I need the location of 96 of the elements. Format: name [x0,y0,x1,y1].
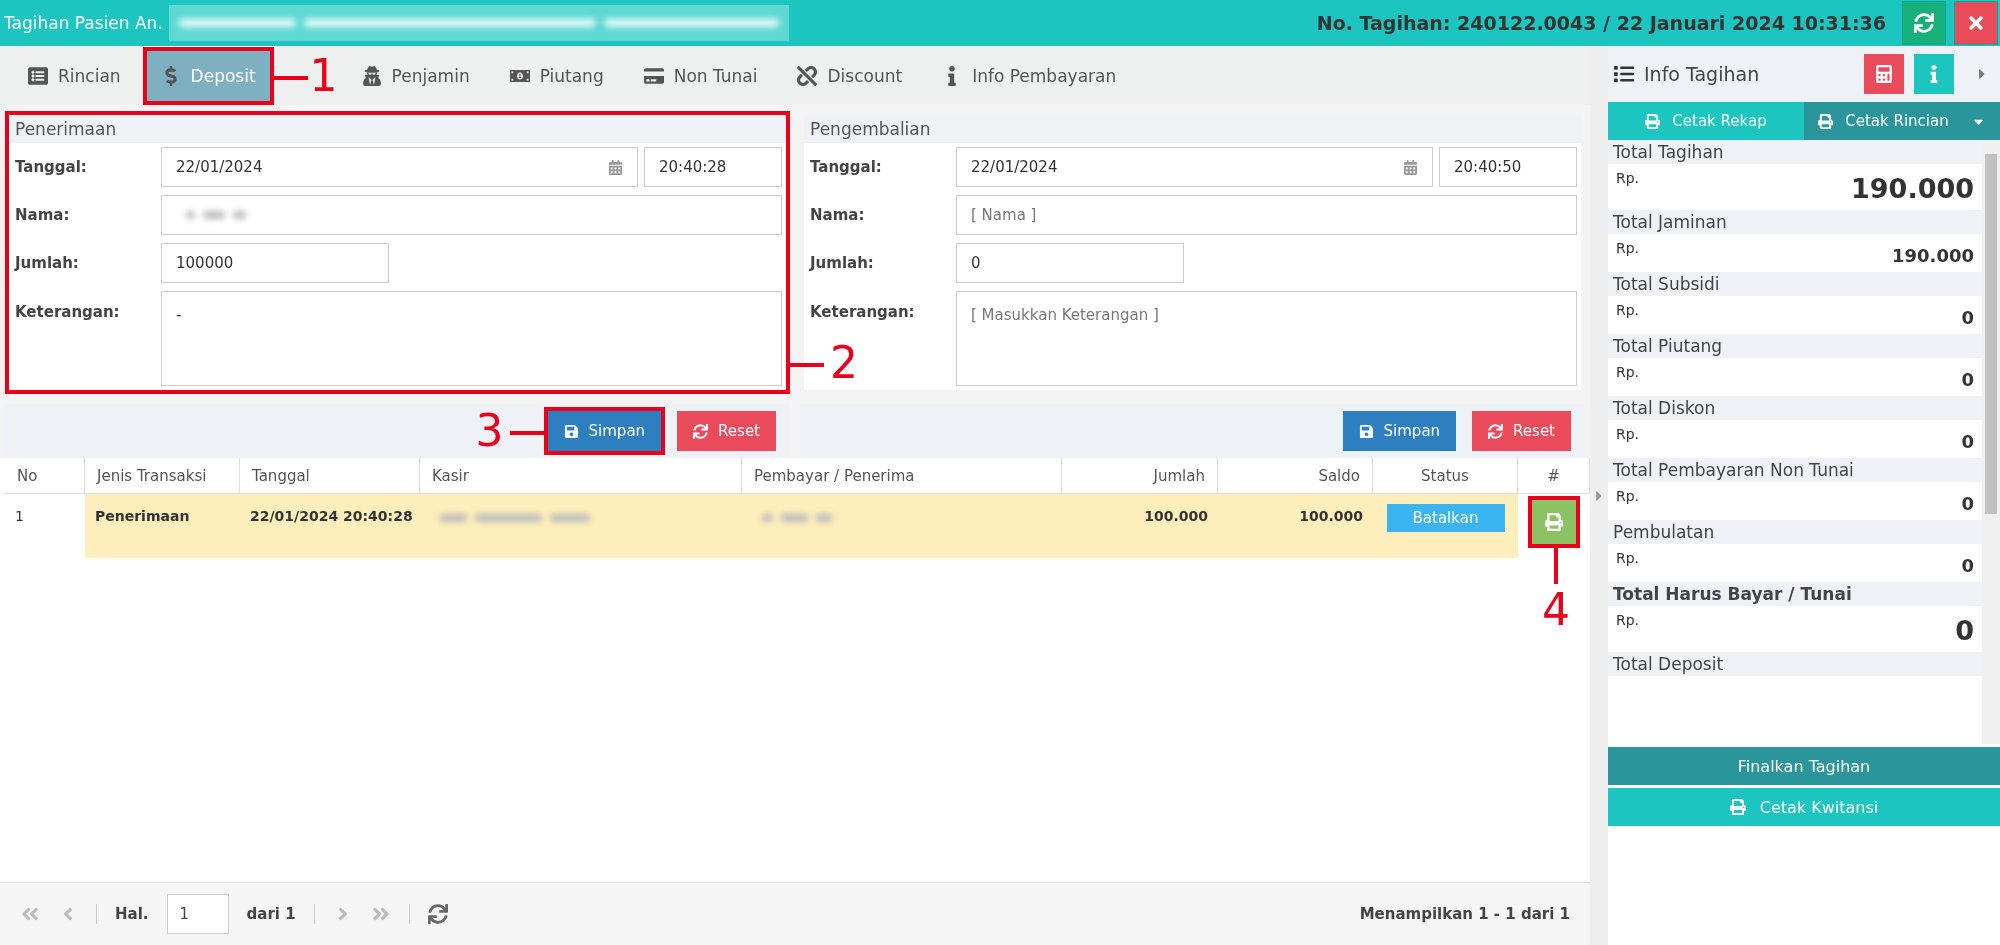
credit-card-icon [643,65,664,86]
calendar-icon[interactable] [608,159,623,175]
currency-label: Rp. [1616,302,1640,318]
calculator-icon [1875,65,1893,83]
currency-label: Rp. [1616,612,1640,628]
input-field[interactable]: 100000 [161,243,389,283]
field-label: Tanggal: [810,158,883,176]
total-value: 190.000 [1851,173,1974,204]
time-field[interactable]: 20:40:28 [644,147,782,187]
refresh-icon [1914,13,1934,33]
field-label: Keterangan: [810,302,916,321]
page-field[interactable]: 1 [166,894,229,934]
section-title: Penerimaan [9,115,786,143]
finalize-button[interactable]: Finalkan Tagihan [1608,747,2000,785]
currency-label: Rp. [1616,488,1640,504]
table-cell: Penerimaan [85,494,240,558]
save-icon [1358,423,1374,439]
callout-number: 2 [830,340,858,385]
date-field[interactable]: 22/01/2024 [956,147,1433,187]
calendar-icon[interactable] [1403,159,1418,175]
callout-number: 1 [309,53,338,98]
total-label: Total Harus Bayar / Tunai [1608,582,1982,606]
calculator-button[interactable] [1864,54,1904,94]
spy-icon [361,65,382,86]
currency-label: Rp. [1616,364,1640,380]
page-label: Hal. [115,905,149,923]
total-value: 0 [1961,555,1974,576]
time-field[interactable]: 20:40:50 [1439,147,1577,187]
reset-button[interactable]: Reset [1472,411,1571,451]
total-label: Total Diskon [1608,396,1982,420]
tab[interactable]: Piutang [495,50,618,101]
refresh-icon[interactable] [427,904,448,924]
tab[interactable]: Penjamin [347,50,484,101]
field-label: Nama: [810,206,866,224]
tab[interactable]: Rincian [14,50,135,101]
callout-number: 4 [1542,588,1570,632]
print-button[interactable]: Cetak Rincian [1804,102,2000,140]
total-label: Total Pembayaran Non Tunai [1608,458,1982,482]
total-label: Total Tagihan [1608,140,1982,164]
tab[interactable]: Info Pembayaran [928,50,1131,101]
total-value: 0 [1961,307,1974,328]
broken-link-icon [797,65,818,86]
save-button[interactable]: Simpan [547,411,662,451]
list-icon [28,65,48,86]
total-label: Total Deposit [1608,652,1982,676]
input-field[interactable] [161,195,782,235]
text-area[interactable]: [ Masukkan Keterangan ] [956,291,1577,386]
total-value: 0 [1961,493,1974,514]
date-field[interactable]: 22/01/2024 [161,147,638,187]
callout-number: 3 [475,409,504,453]
text-area[interactable]: - [161,291,782,386]
window-title: Tagihan Pasien An. [4,13,163,33]
tab[interactable]: Discount [783,50,917,101]
save-icon [563,423,579,439]
field-label: Nama: [15,206,71,224]
field-label: Tanggal: [15,158,88,176]
print-icon [1645,113,1661,129]
input-field[interactable]: 0 [956,243,1184,283]
field-label: Jumlah: [810,254,875,272]
table-cell: 100.000 [1218,494,1373,558]
currency-label: Rp. [1616,426,1640,442]
field-label: Jumlah: [15,254,80,272]
print-icon [1818,113,1834,129]
section-title: Pengembalian [804,115,1581,143]
currency-label: Rp. [1616,170,1640,186]
total-label: Total Subsidi [1608,272,1982,296]
total-value: 190.000 [1892,245,1974,266]
total-value: 0 [1961,431,1974,452]
total-value: 0 [1955,615,1974,646]
save-button[interactable]: Simpan [1342,411,1457,451]
tab[interactable]: Non Tunai [629,50,772,101]
invoice-number: No. Tagihan: 240122.0043 / 22 Januari 2024 10:31:36 [1316,12,1887,34]
total-value: 0 [1961,369,1974,390]
close-icon [1966,13,1986,33]
paging-summary: Menampilkan 1 - 1 dari 1 [1359,905,1570,923]
total-label: Pembulatan [1608,520,1982,544]
total-label: Total Jaminan [1608,210,1982,234]
input-field[interactable]: [ Nama ] [956,195,1577,235]
field-label: Keterangan: [15,302,121,321]
print-icon [1729,799,1746,815]
refresh-icon [693,423,709,439]
page-count: dari 1 [246,905,296,923]
print-icon [1545,513,1563,531]
close-button[interactable] [1954,1,1998,45]
reset-button[interactable]: Reset [677,411,776,451]
table-cell: 100.000 [1062,494,1218,558]
list-icon [1614,64,1634,84]
refresh-button[interactable] [1902,1,1946,45]
scrollbar[interactable] [1982,140,2000,744]
info-button[interactable] [1914,54,1954,94]
table-cell: 22/01/2024 20:40:28 [240,494,420,558]
total-label: Total Piutang [1608,334,1982,358]
panel-title: Info Tagihan [1644,63,1760,85]
refresh-icon [1488,423,1504,439]
currency-label: Rp. [1616,550,1640,566]
currency-label: Rp. [1616,240,1640,256]
